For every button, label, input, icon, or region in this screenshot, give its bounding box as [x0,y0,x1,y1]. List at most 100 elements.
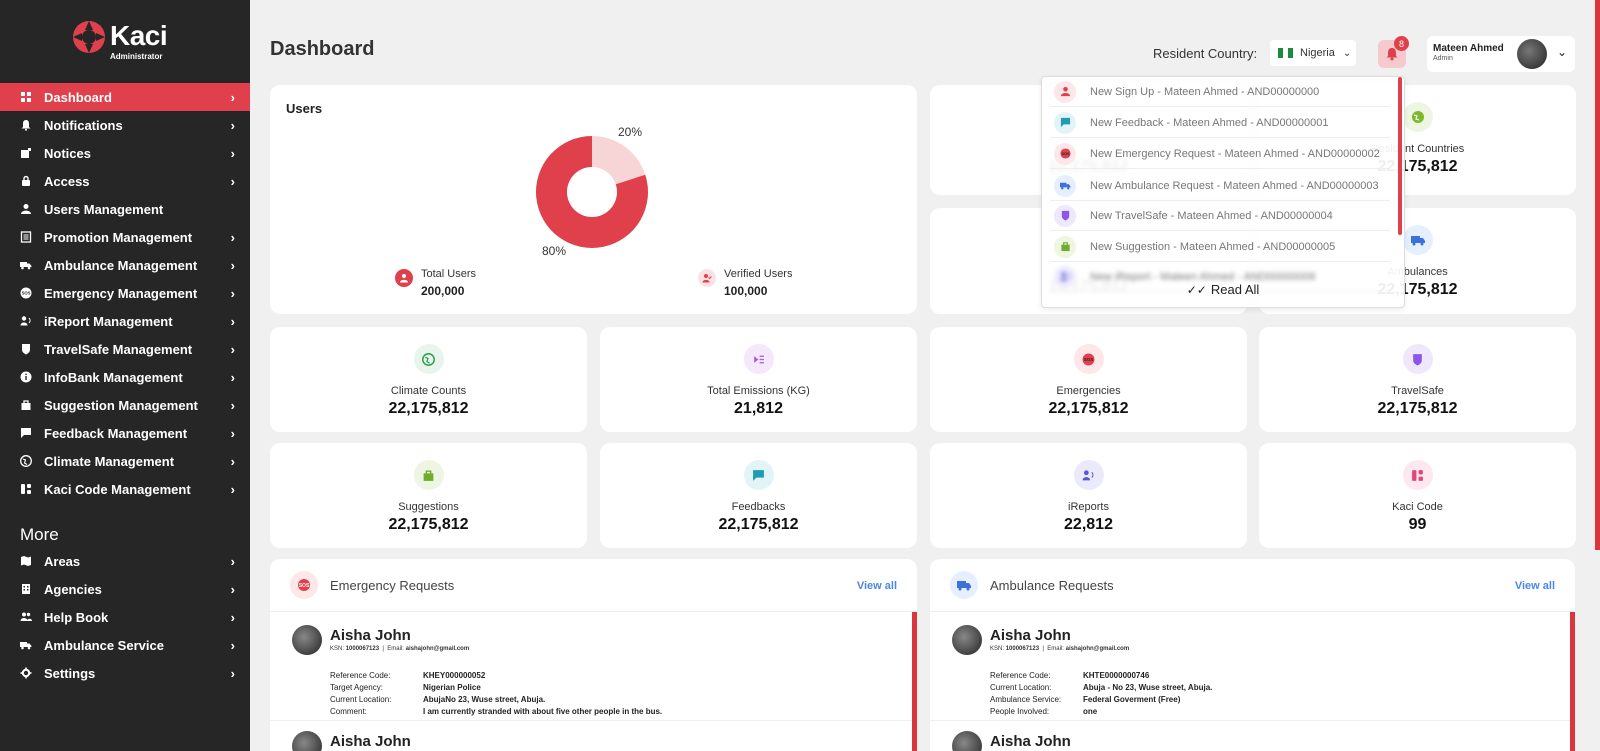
pie-slice-verified-users [592,136,646,185]
verified-user-icon [698,269,716,287]
read-all-button[interactable]: ✓✓ Read All [1042,282,1404,297]
notification-item[interactable]: New Sign Up - Mateen Ahmed - AND00000000 [1050,77,1390,107]
sidebar-item-users-management[interactable]: Users Management [0,195,250,223]
notification-item[interactable]: New Feedback - Mateen Ahmed - AND0000000… [1050,108,1390,138]
stat-label: iReports [1068,501,1109,513]
notification-text: New Sign Up - Mateen Ahmed - AND00000000 [1090,85,1320,98]
sidebar-item-climate-management[interactable]: Climate Management › [0,447,250,475]
sidebar-item-ambulance-service[interactable]: Ambulance Service › [0,631,250,659]
chevron-down-icon: ⌄ [1342,47,1352,59]
sidebar-item-notifications[interactable]: Notifications › [0,111,250,139]
notifications-dropdown: New iReport - Mateen Ahmed - AND00000006… [1041,76,1405,308]
sidebar-item-access[interactable]: Access › [0,167,250,195]
user-menu[interactable]: Mateen Ahmed Admin ⌄ [1427,36,1575,72]
info-icon [20,371,32,383]
stat-card-travelsafe[interactable]: TravelSafe 22,175,812 [1259,327,1576,432]
sidebar-item-label: Dashboard [44,89,112,105]
country-select[interactable]: Nigeria ⌄ [1270,40,1356,66]
ambulance-icon [20,639,32,651]
code-icon [20,483,32,495]
suggestion-icon [1054,235,1076,258]
suggestion-icon [20,399,32,411]
legend-value: 200,000 [421,284,465,298]
sidebar-item-promotion-management[interactable]: Promotion Management › [0,223,250,251]
scrollbar[interactable] [912,612,917,751]
sidebar-item-travelsafe-management[interactable]: TravelSafe Management › [0,335,250,363]
sidebar-item-dashboard[interactable]: Dashboard › [0,83,250,111]
dropdown-scrollbar[interactable] [1398,77,1402,235]
stat-card-suggestions[interactable]: Suggestions 22,175,812 [270,443,587,548]
bell-icon [20,119,32,131]
sidebar-item-label: Areas [44,553,81,569]
sidebar-item-suggestion-management[interactable]: Suggestion Management › [0,391,250,419]
suggestion-icon [413,460,444,490]
stat-card-total-emissions-kg[interactable]: Total Emissions (KG) 21,812 [600,327,917,432]
feedback-icon [20,427,32,439]
globe-icon [413,344,444,374]
chevron-right-icon: › [230,146,235,161]
detail-row: Current Location: Abuja - No 23, Wuse str… [990,682,1212,694]
sidebar-item-kaci-code-management[interactable]: Kaci Code Management › [0,475,250,503]
notification-item[interactable]: New TravelSafe - Mateen Ahmed - AND00000… [1050,201,1390,231]
sidebar-item-label: TravelSafe Management [44,341,193,357]
view-all-link[interactable]: View all [857,580,897,592]
sidebar-item-ireport-management[interactable]: iReport Management › [0,307,250,335]
ksn-value: 1000067123 [1005,646,1040,652]
sidebar-item-emergency-management[interactable]: SOS Emergency Management › [0,279,250,307]
avatar [292,731,322,751]
chart-label-large: 80% [542,244,567,258]
stat-value: 21,812 [734,400,783,417]
country-value: Nigeria [1300,47,1335,59]
sidebar-item-settings[interactable]: Settings › [0,659,250,687]
detail-row: Reference Code: KHEY000000052 [330,670,662,682]
chevron-right-icon: › [230,482,235,497]
page-scrollbar[interactable] [1595,0,1600,550]
sidebar-item-ambulance-management[interactable]: Ambulance Management › [0,251,250,279]
detail-row: People Involved: one [990,706,1212,718]
stat-card-ireports[interactable]: iReports 22,812 [930,443,1247,548]
detail-value: Abuja - No 23, Wuse street, Abuja. [1083,683,1213,692]
sidebar-item-feedback-management[interactable]: Feedback Management › [0,419,250,447]
sidebar-item-notices[interactable]: Notices › [0,139,250,167]
user-icon [1054,80,1076,103]
stat-card-kaci-code[interactable]: Kaci Code 99 [1259,443,1576,548]
sidebar-nav: Dashboard › Notifications › Notices › Access › U… [0,83,250,503]
requester-name: Aisha John [990,627,1071,644]
brand-logo[interactable]: Kaci Administrator [72,18,182,64]
detail-value: one [1083,707,1098,716]
sidebar-item-agencies[interactable]: Agencies › [0,575,250,603]
stat-value: 22,175,812 [718,516,799,533]
stat-card-emergencies[interactable]: SOS Emergencies 22,175,812 [930,327,1247,432]
ksn-label: KSN: [330,646,345,652]
stat-label: Suggestions [398,501,459,513]
avatar [952,731,982,751]
chart-label-small: 20% [618,125,643,139]
sidebar-item-infobank-management[interactable]: InfoBank Management › [0,363,250,391]
legend-label: Total Users [421,268,477,280]
brand-name: Kaci [110,20,168,51]
detail-key: People Involved: [990,707,1050,716]
chevron-right-icon: › [230,118,235,133]
sidebar-item-label: Agencies [44,581,102,597]
detail-key: Target Agency: [330,683,383,692]
sidebar-item-areas[interactable]: Areas › [0,547,250,575]
detail-key: Current Location: [330,695,392,704]
notification-item[interactable]: New Suggestion - Mateen Ahmed - AND00000… [1050,232,1390,262]
notification-item[interactable]: SOS New Emergency Request - Mateen Ahmed … [1050,139,1390,169]
users-card-title: Users [286,101,323,116]
svg-text:SOS: SOS [1061,152,1070,156]
globe-icon [20,455,32,467]
detail-value: I am currently stranded with about five … [423,707,663,716]
notification-text: New TravelSafe - Mateen Ahmed - AND00000… [1090,209,1333,222]
detail-key: Reference Code: [990,671,1051,680]
scrollbar[interactable] [1570,612,1575,751]
view-all-link[interactable]: View all [1515,580,1555,592]
stat-card-feedbacks[interactable]: Feedbacks 22,175,812 [600,443,917,548]
notification-item[interactable]: New Ambulance Request - Mateen Ahmed - A… [1050,171,1390,201]
stat-value: 22,175,812 [1377,400,1458,417]
more-nav: Areas › Agencies › Help Book › Ambulance Servi… [0,547,250,687]
sidebar-item-help-book[interactable]: Help Book › [0,603,250,631]
stat-card-climate-counts[interactable]: Climate Counts 22,175,812 [270,327,587,432]
chevron-right-icon: › [230,610,235,625]
code-icon [1402,460,1433,490]
